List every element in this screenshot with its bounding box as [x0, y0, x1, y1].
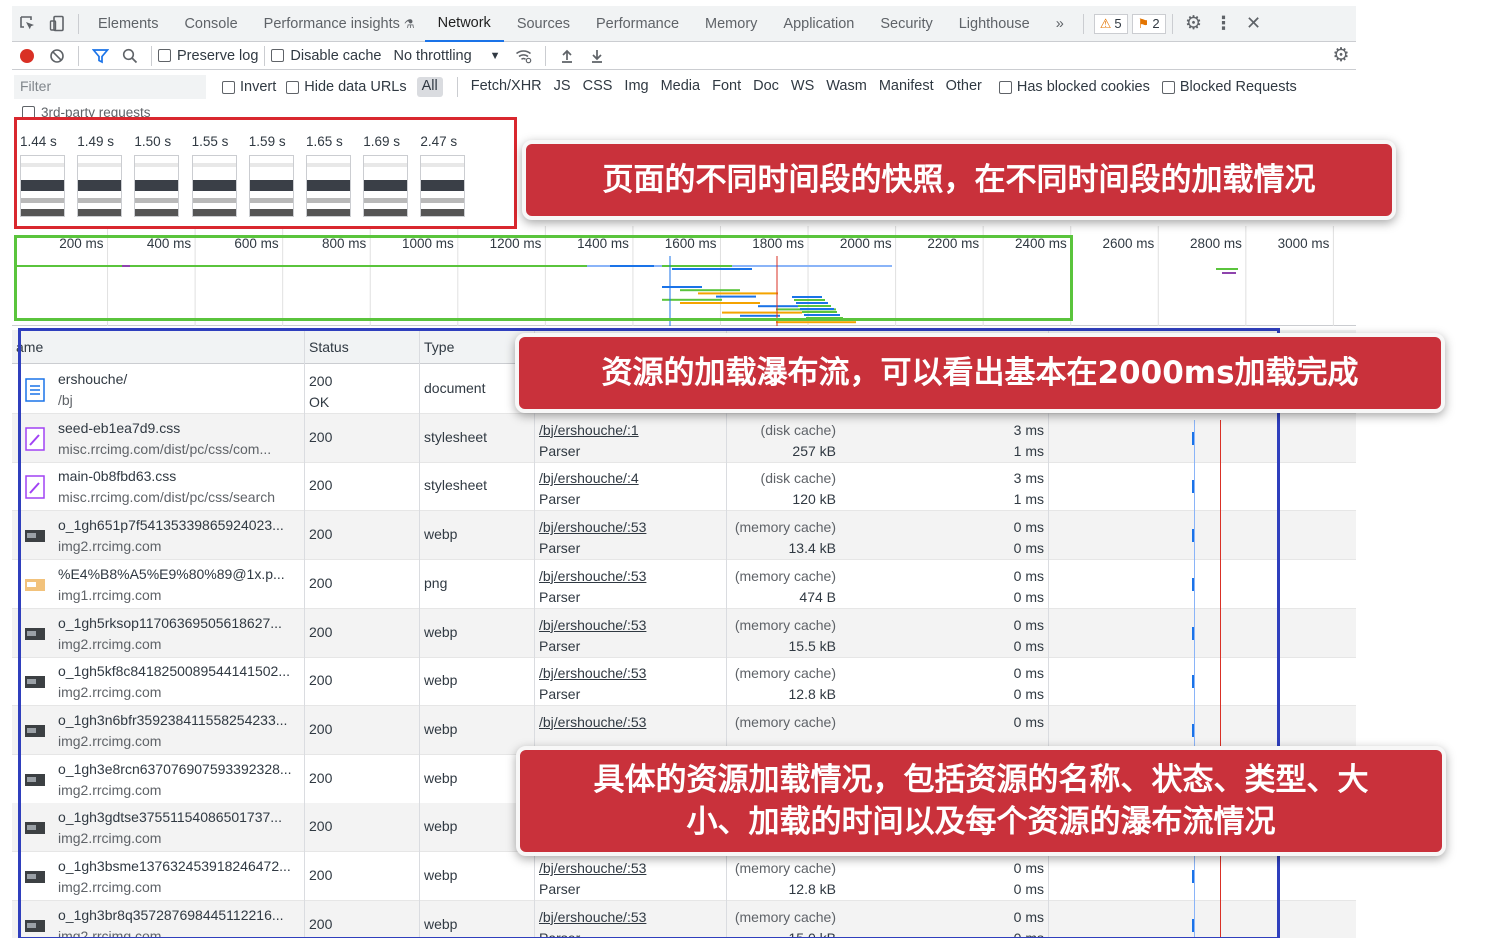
record-icon — [20, 48, 34, 63]
details-annotation-line-1: 具体的资源加载情况，包括资源的名称、状态、类型、大 — [593, 762, 1369, 798]
overview-request-bar — [1222, 272, 1236, 274]
close-icon[interactable]: ✕ — [1239, 9, 1269, 39]
tab-lighthouse[interactable]: Lighthouse — [946, 6, 1043, 42]
tab-performance-insights[interactable]: Performance insights — [251, 6, 404, 42]
beaker-icon: ⚗ — [403, 16, 415, 31]
waterfall-annotation: 资源的加载瀑布流，可以看出基本在2000ms加载完成 — [515, 333, 1445, 413]
filter-type-font[interactable]: Font — [707, 77, 746, 97]
disable-cache-checkbox[interactable]: Disable cache — [271, 48, 381, 64]
devtools-tab-bar: Elements Console Performance insights ⚗ Netw… — [12, 6, 1356, 42]
divider — [78, 45, 79, 66]
hide-data-urls-checkbox[interactable]: Hide data URLs — [286, 79, 407, 95]
checkbox-box[interactable] — [158, 49, 171, 62]
overview-request-bar — [776, 321, 856, 324]
divider — [1082, 13, 1084, 34]
device-toolbar-icon[interactable] — [42, 9, 72, 39]
warnings-badge[interactable]: ⚠ 5 — [1093, 13, 1128, 34]
filter-type-js[interactable]: JS — [549, 77, 576, 97]
checkbox-box[interactable] — [222, 80, 235, 94]
preserve-log-checkbox[interactable]: Preserve log — [158, 48, 258, 64]
resource-type-filters: All Fetch/XHR JS CSS Img Media Font Doc WS Wasm Ma… — [415, 77, 987, 97]
filter-input[interactable]: Filter — [14, 75, 206, 99]
annotated-screenshot: Elements Console Performance insights ⚗ Netw… — [0, 0, 1491, 938]
overview-tick-label: 2600 ms — [1102, 236, 1155, 251]
tab-security[interactable]: Security — [867, 6, 945, 42]
invert-checkbox[interactable]: Invert — [222, 79, 276, 95]
more-tabs-button[interactable]: » — [1043, 6, 1077, 42]
import-har-upload-icon[interactable] — [552, 41, 582, 71]
tab-memory[interactable]: Memory — [692, 6, 770, 42]
search-button[interactable] — [115, 41, 145, 71]
checkbox-box[interactable] — [998, 80, 1012, 94]
export-har-download-icon[interactable] — [582, 41, 612, 71]
overview-request-bar — [1216, 268, 1238, 270]
overview-tick-label: 2800 ms — [1190, 236, 1242, 251]
search-icon — [122, 48, 138, 63]
throttling-select[interactable]: No throttling ▼ — [393, 48, 500, 64]
filter-funnel-icon — [91, 48, 109, 63]
filmstrip-annotation: 页面的不同时间段的快照，在不同时间段的加载情况 — [522, 140, 1396, 220]
network-toolbar: Preserve log Disable cache No throttling… — [12, 42, 1356, 70]
has-blocked-cookies-checkbox[interactable]: Has blocked cookies — [998, 79, 1150, 95]
filter-type-ws[interactable]: WS — [786, 77, 819, 97]
warning-icon: ⚠ — [1099, 15, 1112, 31]
network-conditions-wifi-icon[interactable] — [509, 41, 539, 71]
overview-tick-label: 3000 ms — [1277, 236, 1330, 251]
filter-toggle-button[interactable] — [85, 41, 115, 71]
inspect-element-icon[interactable] — [12, 9, 42, 39]
filter-type-fetch-xhr[interactable]: Fetch/XHR — [466, 77, 547, 97]
record-button[interactable] — [12, 41, 42, 71]
divider — [544, 45, 546, 66]
tab-performance[interactable]: Performance — [583, 6, 692, 42]
more-options-icon[interactable]: ⋮ — [1209, 9, 1239, 39]
issues-badge[interactable]: ⚑ 2 — [1131, 13, 1166, 34]
details-annotation: 具体的资源加载情况，包括资源的名称、状态、类型、大 小、加载的时间以及每个资源的… — [516, 746, 1446, 856]
filter-type-manifest[interactable]: Manifest — [874, 77, 939, 97]
filter-type-other[interactable]: Other — [941, 77, 987, 97]
checkbox-box[interactable] — [271, 49, 285, 62]
tab-list: Elements Console Performance insights ⚗ Netw… — [85, 6, 1043, 42]
blocked-requests-checkbox[interactable]: Blocked Requests — [1161, 79, 1297, 95]
overview-highlight-box — [14, 235, 1073, 321]
clear-button[interactable] — [42, 41, 72, 71]
filmstrip-highlight-box — [14, 117, 517, 229]
tab-console[interactable]: Console — [171, 6, 250, 42]
tab-elements[interactable]: Elements — [85, 6, 171, 42]
divider — [78, 13, 79, 34]
divider — [456, 77, 458, 97]
filter-type-media[interactable]: Media — [656, 77, 706, 97]
filter-bar: Filter Invert Hide data URLs All Fetch/XH… — [12, 72, 1356, 102]
divider — [151, 45, 152, 66]
tab-application[interactable]: Application — [770, 6, 867, 42]
checkbox-box[interactable] — [286, 80, 300, 94]
tab-sources[interactable]: Sources — [504, 6, 583, 42]
tab-network[interactable]: Network — [424, 6, 504, 42]
dropdown-arrow-icon: ▼ — [489, 49, 501, 62]
filter-type-all[interactable]: All — [416, 77, 443, 97]
filter-type-doc[interactable]: Doc — [748, 77, 784, 97]
filter-type-img[interactable]: Img — [619, 77, 653, 97]
network-settings-gear-icon[interactable]: ⚙ — [1326, 41, 1356, 71]
divider — [1171, 13, 1173, 34]
divider — [264, 45, 266, 66]
details-annotation-line-2: 小、加载的时间以及每个资源的瀑布流情况 — [686, 804, 1276, 840]
settings-gear-icon[interactable]: ⚙ — [1179, 9, 1209, 39]
filter-type-wasm[interactable]: Wasm — [821, 77, 872, 97]
checkbox-box[interactable] — [1161, 80, 1175, 94]
issue-flag-icon: ⚑ — [1137, 15, 1150, 31]
filter-type-css[interactable]: CSS — [578, 77, 618, 97]
clear-icon — [50, 48, 64, 63]
